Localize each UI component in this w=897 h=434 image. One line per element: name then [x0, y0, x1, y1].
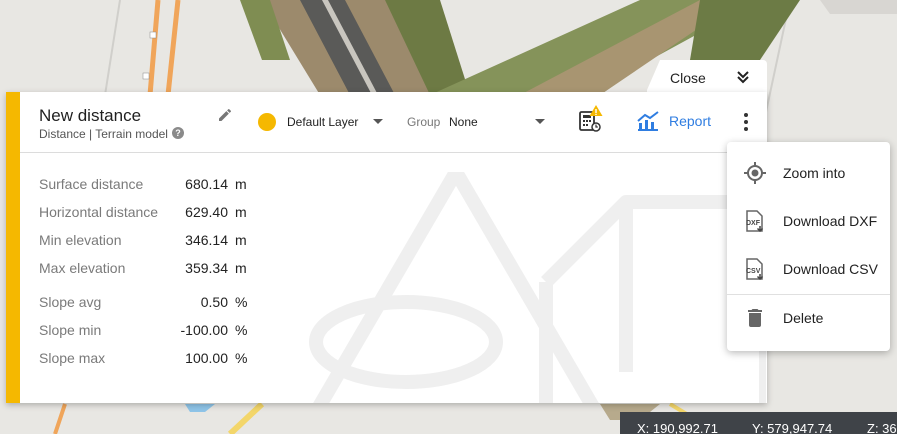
report-label: Report	[669, 113, 712, 129]
coord-y: Y: 579,947.74	[752, 421, 833, 434]
measurement-subtitle: Distance | Terrain model	[39, 127, 168, 141]
menu-item-label: Delete	[783, 310, 824, 326]
help-circle-icon[interactable]: ?	[172, 127, 184, 139]
csv-file-icon: CSV	[746, 258, 764, 281]
stat-unit: m	[235, 176, 247, 192]
menu-item-zoom-into[interactable]: Zoom into	[727, 151, 890, 195]
group-select[interactable]: None	[449, 115, 478, 129]
stat-value: -100.00	[180, 322, 228, 338]
layer-color-swatch[interactable]	[258, 113, 276, 131]
stat-label: Slope avg	[39, 294, 102, 310]
trash-icon	[748, 309, 762, 327]
measurement-panel: New distance Distance | Terrain model ? …	[6, 92, 767, 403]
stat-value: 359.34	[185, 260, 228, 276]
dxf-file-icon: DXF	[746, 210, 764, 233]
pencil-icon[interactable]	[217, 107, 233, 123]
coordinate-readout: X: 190,992.71 Y: 579,947.74 Z: 36	[620, 412, 897, 434]
menu-item-label: Download CSV	[783, 261, 878, 277]
svg-text:DXF: DXF	[746, 220, 761, 227]
chart-line-icon	[637, 111, 659, 131]
target-icon	[744, 162, 766, 184]
group-label: Group	[407, 115, 441, 129]
actions-menu: Zoom into DXF Download DXF CSV Download …	[727, 142, 890, 351]
more-vertical-icon[interactable]	[737, 112, 755, 132]
coord-z: Z: 36	[867, 421, 897, 434]
stat-label: Slope min	[39, 322, 102, 338]
menu-item-label: Zoom into	[783, 165, 846, 181]
layer-select[interactable]: Default Layer	[287, 115, 358, 129]
stat-label: Surface distance	[39, 176, 144, 192]
stat-label: Min elevation	[39, 232, 122, 248]
header-divider	[20, 152, 767, 153]
calculator-warning-icon[interactable]	[579, 105, 603, 133]
stat-unit: m	[235, 260, 247, 276]
coord-x: X: 190,992.71	[637, 421, 718, 434]
layer-chevron-down-icon[interactable]	[373, 119, 383, 124]
stat-unit: m	[235, 232, 247, 248]
menu-item-delete[interactable]: Delete	[727, 296, 890, 340]
menu-item-label: Download DXF	[783, 213, 878, 229]
stat-unit: %	[235, 294, 248, 310]
menu-item-download-csv[interactable]: CSV Download CSV	[727, 247, 890, 291]
group-chevron-down-icon[interactable]	[535, 119, 545, 124]
measurement-title: New distance	[39, 106, 142, 125]
stat-value: 346.14	[185, 232, 228, 248]
double-chevron-down-icon	[737, 71, 749, 84]
menu-divider	[727, 294, 890, 295]
close-label: Close	[670, 70, 706, 86]
stat-value: 100.00	[185, 350, 228, 366]
close-panel-tab[interactable]: Close	[647, 60, 767, 94]
svg-text:CSV: CSV	[746, 268, 761, 275]
stat-label: Horizontal distance	[39, 204, 159, 220]
stat-value: 629.40	[185, 204, 228, 220]
report-button[interactable]: Report	[636, 109, 711, 133]
panel-accent-stripe	[6, 92, 20, 403]
stat-label: Max elevation	[39, 260, 126, 276]
stat-label: Slope max	[39, 350, 106, 366]
stat-unit: %	[235, 350, 248, 366]
stat-value: 0.50	[200, 294, 228, 310]
stat-unit: %	[235, 322, 248, 338]
menu-item-download-dxf[interactable]: DXF Download DXF	[727, 199, 890, 243]
stat-value: 680.14	[185, 176, 228, 192]
logo-watermark	[309, 172, 766, 403]
stat-unit: m	[235, 204, 247, 220]
